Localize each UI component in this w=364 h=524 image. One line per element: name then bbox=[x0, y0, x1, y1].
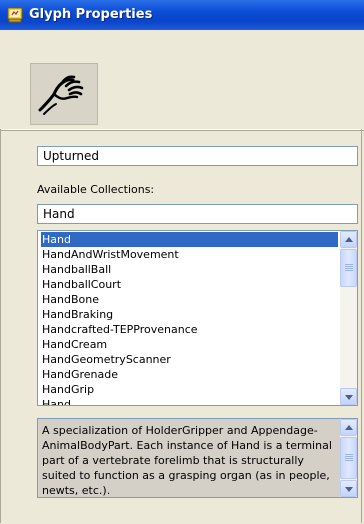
scroll-thumb[interactable] bbox=[340, 249, 357, 287]
title-bar: Glyph Properties bbox=[0, 0, 364, 30]
glyph-name-value: Upturned bbox=[43, 149, 100, 163]
description-text: A specialization of HolderGripper and Ap… bbox=[42, 424, 332, 497]
glyph-properties-icon bbox=[7, 7, 23, 23]
list-item[interactable]: HandCream bbox=[41, 337, 338, 352]
scroll-down-button[interactable] bbox=[340, 480, 357, 497]
panel-divider-right bbox=[361, 129, 362, 523]
list-item[interactable]: HandAndWristMovement bbox=[41, 247, 338, 262]
collections-scrollbar[interactable] bbox=[340, 231, 357, 405]
list-item[interactable]: HandballCourt bbox=[41, 277, 338, 292]
upturned-hand-icon bbox=[30, 63, 98, 125]
list-item[interactable]: HandballBall bbox=[41, 262, 338, 277]
list-item[interactable]: HandGrip bbox=[41, 382, 338, 397]
collection-description: A specialization of HolderGripper and Ap… bbox=[37, 418, 358, 498]
collections-list[interactable]: Hand HandAndWristMovement HandballBall H… bbox=[37, 230, 358, 406]
list-item[interactable]: HandBraking bbox=[41, 307, 338, 322]
collection-filter-value: Hand bbox=[43, 207, 75, 221]
scroll-down-button[interactable] bbox=[340, 388, 357, 405]
list-item[interactable]: Handcrafted-TEPProvenance bbox=[41, 322, 338, 337]
window-title: Glyph Properties bbox=[29, 7, 153, 22]
collections-label: Available Collections: bbox=[37, 183, 155, 196]
list-item[interactable]: HandGeometryScanner bbox=[41, 352, 338, 367]
chevron-down-icon bbox=[345, 395, 353, 400]
list-item[interactable]: HandGrenade bbox=[41, 367, 338, 382]
scroll-up-button[interactable] bbox=[340, 231, 357, 248]
panel-divider bbox=[0, 129, 1, 523]
description-scrollbar[interactable] bbox=[340, 419, 357, 497]
collection-filter-input[interactable]: Hand bbox=[37, 204, 358, 224]
list-item-partial[interactable]: Hand... bbox=[41, 397, 338, 405]
list-item[interactable]: Hand bbox=[41, 232, 338, 247]
glyph-name-field[interactable]: Upturned bbox=[37, 146, 358, 166]
scroll-thumb[interactable] bbox=[340, 437, 357, 479]
chevron-down-icon bbox=[345, 487, 353, 492]
chevron-up-icon bbox=[345, 425, 353, 430]
list-item[interactable]: HandBone bbox=[41, 292, 338, 307]
scroll-up-button[interactable] bbox=[340, 419, 357, 436]
chevron-up-icon bbox=[345, 237, 353, 242]
